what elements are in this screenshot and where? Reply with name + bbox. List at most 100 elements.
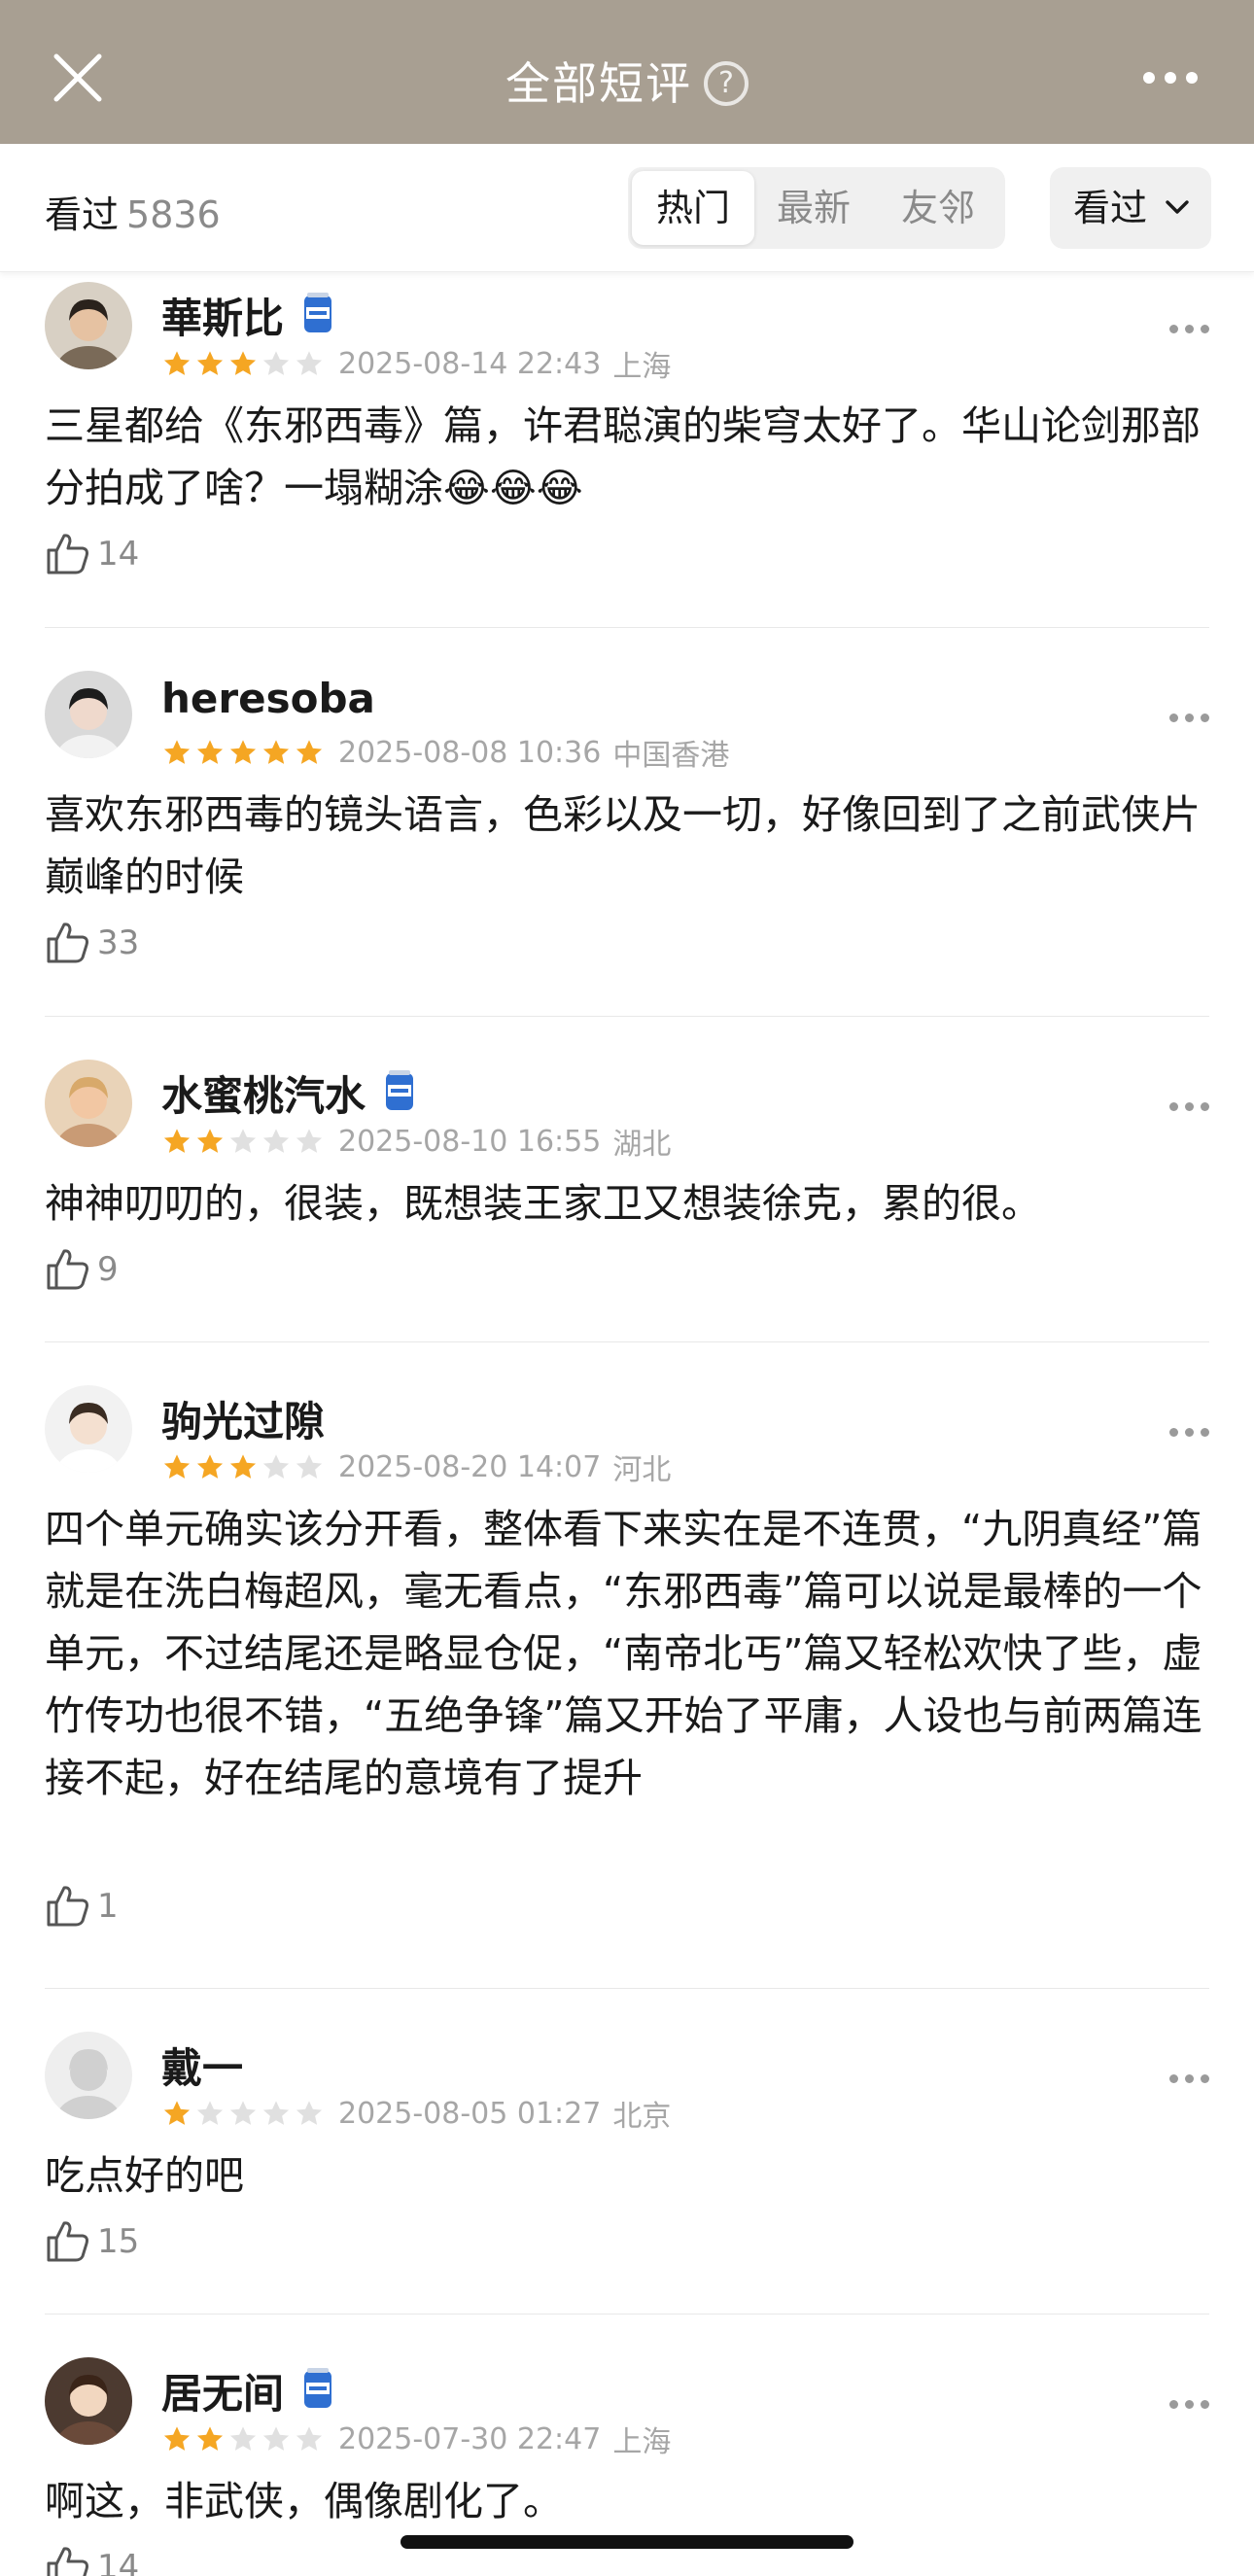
comment-meta: 2025-08-05 01:27 北京 — [161, 2092, 671, 2135]
avatar[interactable] — [45, 282, 132, 369]
star-icon — [296, 1454, 323, 1479]
star-rating — [161, 1451, 325, 1482]
more-icon[interactable] — [1169, 1102, 1209, 1111]
thumbs-up-icon[interactable] — [45, 920, 91, 966]
star-icon — [163, 1129, 191, 1153]
tab-hot[interactable]: 热门 — [632, 171, 754, 245]
comment-location: 河北 — [612, 1453, 672, 1487]
star-icon — [262, 2101, 290, 2125]
badge — [301, 290, 334, 346]
more-icon[interactable] — [1169, 325, 1209, 333]
divider — [45, 627, 1209, 628]
username[interactable]: 居无间 — [161, 2361, 334, 2425]
avatar[interactable] — [45, 2032, 132, 2119]
comment-text: 三星都给《东邪西毒》篇，许君聪演的柴穹太好了。华山论剑那部分拍成了啥？一塌糊涂😂… — [45, 402, 1201, 511]
avatar[interactable] — [45, 1385, 132, 1473]
comment-text: 啊这，非武侠，偶像剧化了。 — [45, 2478, 563, 2524]
like-button[interactable]: 9 — [45, 1246, 119, 1293]
star-icon — [296, 1129, 323, 1153]
comment-date: 2025-08-14 22:43 — [338, 346, 602, 381]
tab-friends[interactable]: 友邻 — [877, 167, 999, 249]
username-text[interactable]: 居无间 — [161, 2370, 284, 2418]
more-icon[interactable] — [1169, 714, 1209, 722]
star-icon — [229, 2101, 257, 2125]
comment-meta: 2025-08-14 22:43 上海 — [161, 342, 671, 385]
more-icon[interactable] — [1169, 2074, 1209, 2083]
username[interactable]: 華斯比 — [161, 286, 334, 350]
username[interactable]: heresoba — [161, 675, 375, 722]
avatar[interactable] — [45, 1060, 132, 1147]
thumbs-up-icon[interactable] — [45, 531, 91, 577]
comment-text: 吃点好的吧 — [45, 2152, 244, 2199]
thumbs-up-icon[interactable] — [45, 2544, 91, 2576]
star-icon — [196, 2101, 224, 2125]
comment-date: 2025-07-30 22:47 — [338, 2421, 602, 2456]
star-icon — [262, 1454, 290, 1479]
comment-meta: 2025-08-10 16:55 湖北 — [161, 1120, 671, 1163]
star-icon — [229, 740, 257, 764]
like-count: 14 — [97, 535, 140, 574]
like-button[interactable]: 14 — [45, 531, 139, 577]
seen-label: 看过 — [45, 193, 120, 236]
like-count: 33 — [97, 923, 140, 962]
star-icon — [163, 740, 191, 764]
soda-can-badge-icon — [386, 1069, 414, 1110]
comment-text: 喜欢东邪西毒的镜头语言，色彩以及一切，好像回到了之前武侠片巅峰的时候 — [45, 791, 1201, 900]
seen-count: 5836 — [126, 193, 221, 236]
star-icon — [229, 2426, 257, 2451]
comment-meta: 2025-08-20 14:07 河北 — [161, 1445, 671, 1488]
star-icon — [196, 351, 224, 375]
star-icon — [196, 1129, 224, 1153]
page-title-text: 全部短评 — [505, 57, 692, 110]
soda-can-badge-icon — [304, 292, 332, 332]
comment-meta: 2025-08-08 10:36 中国香港 — [161, 731, 729, 774]
star-icon — [229, 351, 257, 375]
like-button[interactable]: 15 — [45, 2218, 139, 2265]
star-icon — [262, 351, 290, 375]
comment-text: 神神叨叨的，很装，既想装王家卫又想装徐克，累的很。 — [45, 1180, 1041, 1227]
divider — [45, 1016, 1209, 1017]
star-icon — [296, 2426, 323, 2451]
username-text[interactable]: 戴一 — [161, 2044, 243, 2092]
like-count: 15 — [97, 2222, 140, 2261]
star-icon — [196, 2426, 224, 2451]
username-text[interactable]: 華斯比 — [161, 295, 284, 342]
star-icon — [296, 2101, 323, 2125]
tab-latest[interactable]: 最新 — [752, 167, 875, 249]
username[interactable]: 水蜜桃汽水 — [161, 1063, 416, 1128]
star-icon — [196, 1454, 224, 1479]
star-icon — [229, 1454, 257, 1479]
sort-segmented-control: 热门 最新 友邻 — [628, 167, 1005, 249]
username[interactable]: 驹光过隙 — [161, 1389, 325, 1448]
username-text[interactable]: heresoba — [161, 675, 375, 722]
more-icon[interactable] — [1143, 72, 1198, 84]
star-icon — [163, 2101, 191, 2125]
home-indicator — [401, 2535, 853, 2549]
thumbs-up-icon[interactable] — [45, 1246, 91, 1293]
like-button[interactable]: 33 — [45, 920, 139, 966]
star-icon — [163, 1454, 191, 1479]
comment-location: 北京 — [612, 2100, 672, 2134]
page-title: 全部短评? — [0, 49, 1254, 113]
divider — [45, 1341, 1209, 1342]
question-circle-icon[interactable]: ? — [704, 60, 749, 106]
comment-date: 2025-08-20 14:07 — [338, 1449, 602, 1484]
username-text[interactable]: 驹光过隙 — [161, 1398, 325, 1445]
star-icon — [262, 740, 290, 764]
like-button[interactable]: 14 — [45, 2544, 139, 2576]
thumbs-up-icon[interactable] — [45, 2218, 91, 2265]
status-dropdown[interactable]: 看过 — [1050, 167, 1211, 249]
avatar[interactable] — [45, 2357, 132, 2445]
more-icon[interactable] — [1169, 1428, 1209, 1437]
avatar[interactable] — [45, 671, 132, 758]
thumbs-up-icon[interactable] — [45, 1883, 91, 1930]
more-icon[interactable] — [1169, 2400, 1209, 2409]
status-dropdown-label: 看过 — [1073, 187, 1148, 229]
star-icon — [262, 1129, 290, 1153]
username[interactable]: 戴一 — [161, 2036, 243, 2095]
username-text[interactable]: 水蜜桃汽水 — [161, 1072, 366, 1120]
seen-count-label: 看过 5836 — [45, 185, 221, 238]
star-icon — [163, 351, 191, 375]
like-button[interactable]: 1 — [45, 1883, 119, 1930]
comment-date: 2025-08-05 01:27 — [338, 2096, 602, 2131]
